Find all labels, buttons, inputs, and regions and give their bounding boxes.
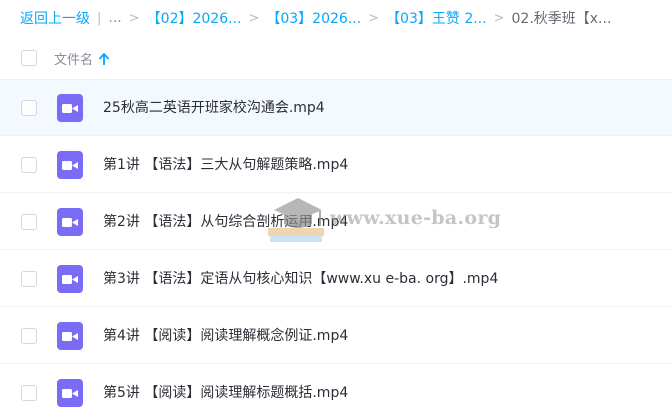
video-file-icon [57, 265, 83, 293]
video-file-icon [57, 208, 83, 236]
breadcrumb-separator: | [97, 10, 102, 26]
row-checkbox[interactable] [21, 157, 37, 173]
file-row[interactable]: 第5讲 【阅读】阅读理解标题概括.mp4 [0, 365, 672, 413]
file-name[interactable]: 第2讲 【语法】从句综合剖析运用.mp4 [103, 211, 348, 231]
file-name[interactable]: 第4讲 【阅读】阅读理解概念例证.mp4 [103, 325, 348, 345]
breadcrumb-current: 02.秋季班【x... [511, 11, 612, 27]
video-file-icon [57, 322, 83, 350]
file-row[interactable]: 25秋高二英语开班家校沟通会.mp4 [0, 80, 672, 136]
breadcrumb-separator: > [248, 10, 260, 26]
breadcrumb-separator: > [493, 10, 505, 26]
file-name[interactable]: 第5讲 【阅读】阅读理解标题概括.mp4 [103, 382, 348, 402]
file-row[interactable]: 第4讲 【阅读】阅读理解概念例证.mp4 [0, 308, 672, 364]
breadcrumb: 返回上一级 | ... > 【02】2026... > 【03】2026... … [20, 0, 672, 36]
breadcrumb-item[interactable]: 【03】2026... [266, 8, 361, 28]
file-name[interactable]: 25秋高二英语开班家校沟通会.mp4 [103, 97, 325, 117]
breadcrumb-ellipsis[interactable]: ... [108, 10, 121, 26]
back-link[interactable]: 返回上一级 [20, 8, 90, 28]
breadcrumb-item[interactable]: 【02】2026... [147, 8, 242, 28]
row-checkbox[interactable] [21, 385, 37, 401]
row-checkbox[interactable] [21, 214, 37, 230]
file-row[interactable]: 第3讲 【语法】定语从句核心知识【www.xu e-ba. org】.mp4 [0, 251, 672, 307]
breadcrumb-separator: > [368, 10, 380, 26]
arrow-up-icon [99, 52, 109, 65]
video-file-icon [57, 94, 83, 122]
file-list-header: 文件名 [0, 36, 672, 80]
select-all-checkbox[interactable] [21, 50, 37, 66]
column-filename-label: 文件名 [54, 53, 94, 68]
file-name[interactable]: 第1讲 【语法】三大从句解题策略.mp4 [103, 154, 348, 174]
file-row[interactable]: 第1讲 【语法】三大从句解题策略.mp4 [0, 137, 672, 193]
row-checkbox[interactable] [21, 100, 37, 116]
video-file-icon [57, 379, 83, 407]
breadcrumb-separator: > [128, 10, 140, 26]
row-checkbox[interactable] [21, 328, 37, 344]
file-row[interactable]: 第2讲 【语法】从句综合剖析运用.mp4 [0, 194, 672, 250]
video-file-icon [57, 151, 83, 179]
file-name[interactable]: 第3讲 【语法】定语从句核心知识【www.xu e-ba. org】.mp4 [103, 268, 498, 288]
column-filename-sort[interactable]: 文件名 [54, 49, 109, 68]
breadcrumb-item[interactable]: 【03】王赞 2... [386, 8, 487, 28]
row-checkbox[interactable] [21, 271, 37, 287]
